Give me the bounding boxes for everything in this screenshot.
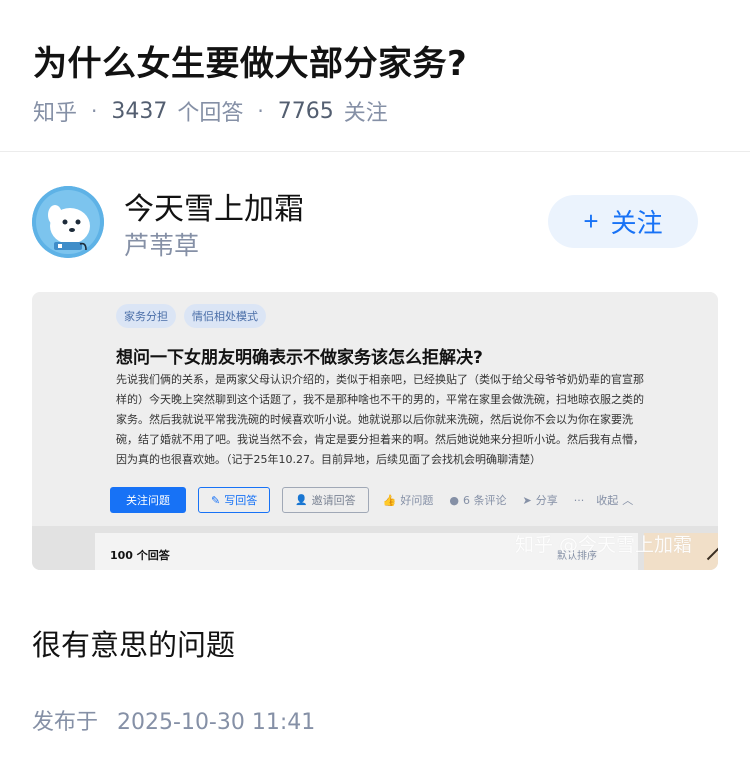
embedded-follow-question-button: 关注问题 — [110, 487, 186, 513]
embedded-invite-button: 👤 邀请回答 — [282, 487, 369, 513]
embedded-answers-count: 100 个回答 — [110, 549, 170, 562]
embedded-action-bar: 关注问题 ✎ 写回答 👤 邀请回答 👍 好问题 ● 6 条评论 ➤ 分享 ···… — [110, 487, 633, 513]
question-title[interactable]: 为什么女生要做大部分家务? — [33, 36, 467, 85]
embedded-comments-label: 6 条评论 — [462, 494, 507, 507]
author-subtitle: 芦苇草 — [124, 231, 200, 260]
embedded-collapse-label: 收起 — [596, 494, 619, 507]
topic-tags: 家务分担 情侣相处模式 — [116, 304, 266, 328]
embedded-share: ➤ 分享 — [522, 492, 557, 508]
chevron-up-icon: ︿ — [622, 494, 634, 507]
embedded-write-answer-label: 写回答 — [224, 494, 258, 507]
embedded-good-question-label: 好问题 — [400, 494, 434, 507]
embedded-screenshot[interactable]: 家务分担 情侣相处模式 想问一下女朋友明确表示不做家务该怎么拒解决? 先说我们俩… — [32, 292, 718, 570]
dog-avatar-icon — [32, 186, 104, 258]
person-icon: 👤 — [295, 494, 308, 506]
follower-count-label: 关注 — [343, 101, 388, 126]
avatar[interactable] — [32, 186, 104, 258]
embedded-collapse: 收起 ︿ — [596, 492, 633, 508]
follow-button-label: 关注 — [610, 208, 663, 238]
follow-button[interactable]: + 关注 — [548, 195, 698, 248]
meta-separator: · — [91, 99, 98, 123]
embedded-write-answer-button: ✎ 写回答 — [198, 487, 271, 513]
publish-label: 发布于 — [32, 710, 99, 735]
embedded-invite-label: 邀请回答 — [311, 494, 356, 507]
thumbs-up-icon: 👍 — [382, 493, 397, 507]
answer-text: 很有意思的问题 — [32, 628, 236, 662]
watermark: 知乎 @今天雪上加霜 — [515, 534, 693, 556]
comment-icon: ● — [449, 493, 459, 507]
publish-time: 2025-10-30 11:41 — [117, 710, 316, 735]
meta-separator: · — [257, 99, 264, 123]
pencil-icon: ✎ — [211, 493, 221, 507]
topic-tag: 家务分担 — [116, 304, 176, 328]
embedded-share-label: 分享 — [535, 494, 558, 507]
share-icon: ➤ — [522, 493, 532, 507]
embedded-good-question: 👍 好问题 — [383, 492, 434, 508]
author-name[interactable]: 今天雪上加霜 — [124, 184, 304, 228]
plus-icon: + — [583, 206, 599, 236]
embedded-comments: ● 6 条评论 — [449, 492, 506, 508]
embedded-more: ··· — [573, 493, 585, 507]
answer-count: 3437 — [111, 98, 168, 124]
publish-info: 发布于 2025-10-30 11:41 — [32, 704, 315, 736]
answer-count-label: 个回答 — [177, 101, 244, 126]
topic-tag: 情侣相处模式 — [184, 304, 266, 328]
question-meta: 知乎 · 3437 个回答 · 7765 关注 — [33, 95, 388, 127]
question-source[interactable]: 知乎 — [33, 95, 77, 127]
embedded-question-body: 先说我们俩的关系，是两家父母认识介绍的，类似于相亲吧，已经换贴了（类似于给父母爷… — [116, 373, 644, 466]
follower-count: 7765 — [277, 98, 334, 124]
embedded-question-title: 想问一下女朋友明确表示不做家务该怎么拒解决? — [116, 348, 483, 368]
header-divider — [0, 151, 750, 152]
